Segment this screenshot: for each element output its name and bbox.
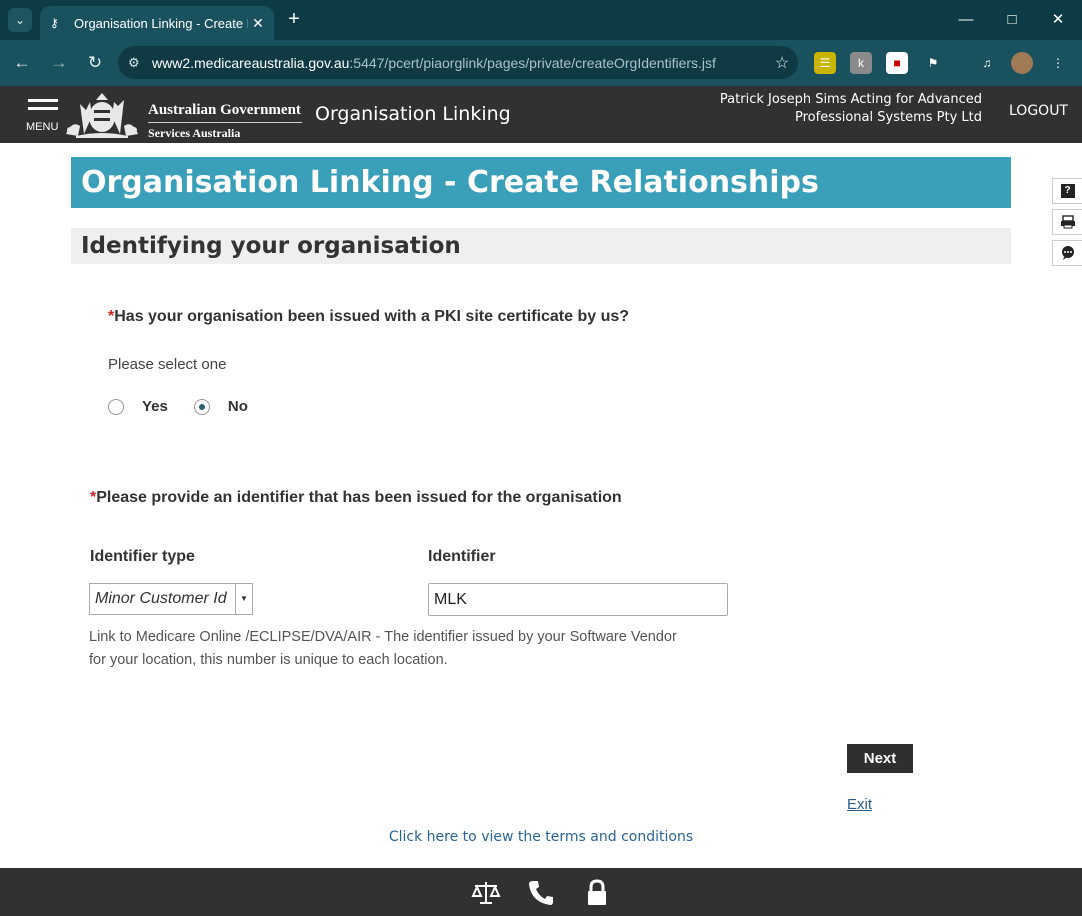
extension-icon[interactable]: ■ [886, 52, 908, 74]
identifier-type-value: Minor Customer Id [90, 584, 236, 614]
side-toolbar: ? [1052, 178, 1082, 271]
reload-icon[interactable]: ↻ [83, 51, 107, 75]
identifier-input[interactable] [428, 583, 728, 616]
identifier-question-text: Please provide an identifier that has be… [96, 489, 622, 506]
extension-icon[interactable]: k [850, 52, 872, 74]
radio-no-label[interactable]: No [228, 398, 248, 415]
hamburger-icon [28, 99, 58, 102]
url-host: www2.medicareaustralia.gov.au [152, 54, 350, 71]
feedback-icon[interactable] [1052, 240, 1082, 266]
phone-icon[interactable] [526, 878, 556, 908]
close-window-icon[interactable]: ✕ [1046, 8, 1070, 32]
minimize-icon[interactable]: — [954, 8, 978, 32]
caret-down-icon[interactable]: ▼ [236, 584, 252, 614]
profile-avatar[interactable] [1011, 52, 1033, 74]
help-icon[interactable]: ? [1052, 178, 1082, 204]
address-bar[interactable]: ⚙ www2.medicareaustralia.gov.au:5447/pce… [118, 46, 798, 79]
site-header: MENU Australian Government Services Aust… [0, 86, 1082, 143]
media-icon[interactable]: ♫ [976, 52, 998, 74]
radio-no[interactable] [193, 398, 210, 415]
pki-question-label: *Has your organisation been issued with … [108, 308, 629, 326]
menu-label: MENU [26, 121, 59, 133]
next-button[interactable]: Next [847, 744, 913, 773]
coat-of-arms-logo [66, 93, 138, 138]
site-info-icon[interactable]: ⚙ [128, 55, 152, 71]
puzzle-icon[interactable]: ⚑ [922, 52, 944, 74]
exit-link[interactable]: Exit [847, 796, 872, 813]
identifier-type-select[interactable]: Minor Customer Id ▼ [89, 583, 253, 615]
more-vert-icon[interactable]: ⋮ [1047, 52, 1069, 74]
identifier-label: Identifier [428, 548, 496, 565]
browser-toolbar: ← → ↻ ⚙ www2.medicareaustralia.gov.au:54… [0, 40, 1082, 86]
new-tab-button[interactable]: + [283, 8, 305, 30]
logout-link[interactable]: LOGOUT [1009, 103, 1068, 119]
lock-icon[interactable] [582, 878, 612, 908]
identifier-type-label: Identifier type [90, 548, 195, 565]
tab-search-button[interactable]: ⌄ [8, 8, 32, 32]
identifier-help-text: Link to Medicare Online /ECLIPSE/DVA/AIR… [89, 629, 677, 668]
government-title: Australian Government [148, 102, 301, 118]
radio-yes-label[interactable]: Yes [142, 398, 168, 415]
user-name: Patrick Joseph Sims Acting for Advanced … [719, 92, 982, 125]
url-text[interactable]: www2.medicareaustralia.gov.au:5447/pcert… [152, 55, 766, 71]
divider [148, 122, 302, 123]
pki-radio-group: Yes No [108, 398, 274, 415]
close-tab-icon[interactable]: ✕ [248, 15, 268, 32]
back-arrow-icon[interactable]: ← [10, 51, 34, 75]
tab-title: Organisation Linking - Create Re [74, 15, 248, 31]
scales-icon[interactable] [471, 878, 501, 908]
browser-tab-bar: ⌄ ⚷ Organisation Linking - Create Re ✕ +… [0, 0, 1082, 40]
bookmark-star-icon[interactable]: ☆ [766, 53, 798, 73]
forward-arrow-icon[interactable]: → [47, 51, 71, 75]
page-title: Organisation Linking - Create Relationsh… [71, 157, 1011, 208]
menu-button[interactable]: MENU [26, 99, 60, 133]
key-icon: ⚷ [50, 16, 59, 30]
identifier-question-label: *Please provide an identifier that has b… [90, 489, 622, 507]
terms-link[interactable]: Click here to view the terms and conditi… [0, 829, 1082, 845]
hamburger-icon [28, 107, 58, 110]
maximize-icon[interactable]: □ [1000, 8, 1024, 32]
app-title: Organisation Linking [315, 103, 511, 125]
radio-yes[interactable] [108, 398, 124, 415]
pki-question-text: Has your organisation been issued with a… [114, 308, 630, 325]
section-title: Identifying your organisation [71, 228, 1011, 264]
browser-tab[interactable]: ⚷ Organisation Linking - Create Re ✕ [40, 6, 274, 40]
url-path: :5447/pcert/piaorglink/pages/private/cre… [349, 54, 716, 71]
chevron-down-icon: ⌄ [14, 13, 26, 27]
pki-question-hint: Please select one [108, 356, 227, 373]
print-icon[interactable] [1052, 209, 1082, 235]
site-footer [0, 868, 1082, 916]
agency-title: Services Australia [148, 126, 241, 140]
extension-icon[interactable]: ☰ [814, 52, 836, 74]
